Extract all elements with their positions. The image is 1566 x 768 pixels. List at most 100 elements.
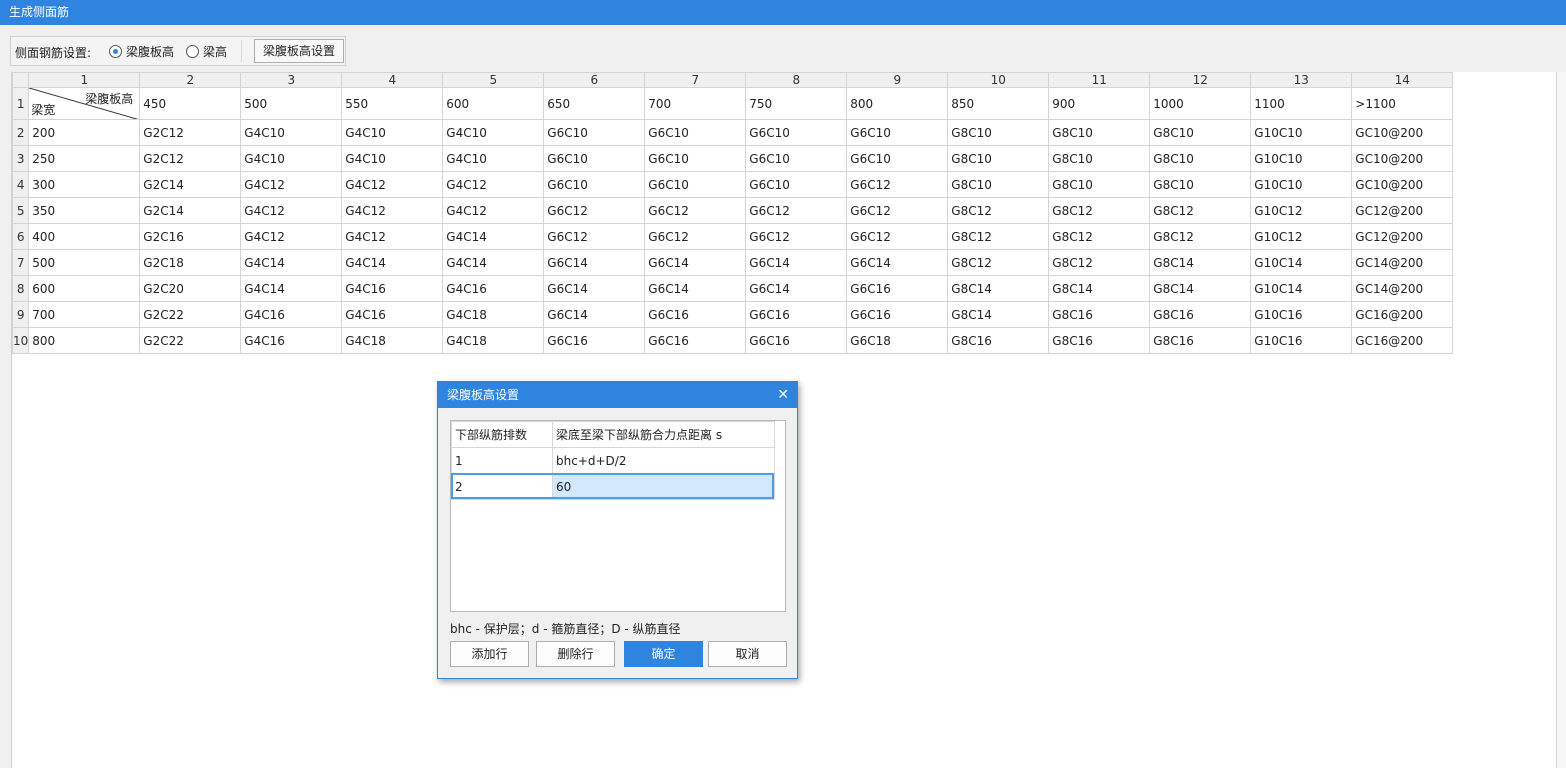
rebar-spec-cell[interactable]: G4C16	[241, 328, 342, 354]
rebar-spec-cell[interactable]: GC12@200	[1352, 198, 1453, 224]
column-number-header[interactable]: 12	[1150, 73, 1251, 88]
rebar-spec-cell[interactable]: G8C14	[948, 276, 1049, 302]
rebar-spec-cell[interactable]: GC10@200	[1352, 146, 1453, 172]
web-height-cell[interactable]: 500	[241, 88, 342, 120]
rebar-spec-cell[interactable]: G8C10	[1049, 120, 1150, 146]
rebar-spec-cell[interactable]: G10C12	[1251, 224, 1352, 250]
rebar-spec-cell[interactable]: G6C16	[746, 302, 847, 328]
rebar-spec-cell[interactable]: G8C10	[1049, 146, 1150, 172]
row-number-header[interactable]: 4	[13, 172, 29, 198]
rebar-spec-cell[interactable]: G8C14	[1150, 250, 1251, 276]
column-number-header[interactable]: 5	[443, 73, 544, 88]
rebar-spec-cell[interactable]: G8C14	[1049, 276, 1150, 302]
rebar-spec-cell[interactable]: G2C20	[140, 276, 241, 302]
column-number-header[interactable]: 7	[645, 73, 746, 88]
rebar-spec-cell[interactable]: GC14@200	[1352, 250, 1453, 276]
rebar-spec-cell[interactable]: G4C10	[342, 146, 443, 172]
web-height-cell[interactable]: 900	[1049, 88, 1150, 120]
rebar-spec-cell[interactable]: G6C14	[746, 276, 847, 302]
web-height-cell[interactable]: 1100	[1251, 88, 1352, 120]
column-number-header[interactable]: 11	[1049, 73, 1150, 88]
rebar-spec-cell[interactable]: G6C14	[645, 276, 746, 302]
rebar-spec-cell[interactable]: GC16@200	[1352, 328, 1453, 354]
rebar-spec-cell[interactable]: G6C16	[847, 276, 948, 302]
rebar-spec-cell[interactable]: G10C10	[1251, 172, 1352, 198]
rebar-spec-cell[interactable]: G6C16	[645, 302, 746, 328]
rebar-spec-cell[interactable]: G10C16	[1251, 328, 1352, 354]
rebar-spec-cell[interactable]: G6C16	[746, 328, 847, 354]
column-number-header[interactable]: 13	[1251, 73, 1352, 88]
rebar-spec-cell[interactable]: G8C16	[1150, 302, 1251, 328]
rebar-spec-cell[interactable]: G8C14	[948, 302, 1049, 328]
rebar-spec-cell[interactable]: G10C14	[1251, 250, 1352, 276]
rebar-spec-cell[interactable]: G6C14	[544, 276, 645, 302]
rebar-spec-cell[interactable]: G2C12	[140, 120, 241, 146]
web-height-cell[interactable]: 750	[746, 88, 847, 120]
rebar-spec-cell[interactable]: G6C16	[645, 328, 746, 354]
rebar-spec-cell[interactable]: G4C14	[443, 224, 544, 250]
beam-width-cell[interactable]: 500	[29, 250, 140, 276]
ok-button[interactable]: 确定	[624, 641, 703, 667]
rebar-spec-cell[interactable]: G6C12	[544, 198, 645, 224]
rebar-spec-cell[interactable]: G6C14	[544, 250, 645, 276]
rebar-spec-cell[interactable]: G4C12	[342, 172, 443, 198]
dialog-table-row-selected[interactable]: 2 60	[452, 474, 775, 500]
rebar-spec-cell[interactable]: G8C16	[1049, 302, 1150, 328]
web-height-cell[interactable]: 600	[443, 88, 544, 120]
rebar-spec-cell[interactable]: G6C10	[847, 146, 948, 172]
rebar-spec-cell[interactable]: G8C12	[948, 198, 1049, 224]
rebar-spec-cell[interactable]: G6C12	[645, 198, 746, 224]
rebar-spec-cell[interactable]: G6C10	[645, 120, 746, 146]
dialog-cell-distance[interactable]: 60	[553, 474, 775, 500]
rebar-spec-cell[interactable]: G6C14	[847, 250, 948, 276]
web-height-cell[interactable]: 700	[645, 88, 746, 120]
rebar-spec-cell[interactable]: G6C12	[746, 224, 847, 250]
rebar-spec-cell[interactable]: G8C16	[1049, 328, 1150, 354]
rebar-spec-cell[interactable]: G4C12	[342, 198, 443, 224]
rebar-spec-cell[interactable]: G8C12	[1150, 224, 1251, 250]
rebar-spec-cell[interactable]: G2C22	[140, 302, 241, 328]
rebar-spec-cell[interactable]: G6C10	[847, 120, 948, 146]
vertical-scrollbar[interactable]	[1556, 72, 1566, 768]
rebar-spec-cell[interactable]: G6C16	[544, 328, 645, 354]
rebar-spec-cell[interactable]: G4C12	[443, 172, 544, 198]
rebar-spec-cell[interactable]: GC10@200	[1352, 172, 1453, 198]
add-row-button[interactable]: 添加行	[450, 641, 529, 667]
rebar-spec-cell[interactable]: G8C10	[1150, 120, 1251, 146]
rebar-spec-cell[interactable]: G2C22	[140, 328, 241, 354]
rebar-spec-cell[interactable]: G6C18	[847, 328, 948, 354]
column-number-header[interactable]: 9	[847, 73, 948, 88]
beam-width-cell[interactable]: 700	[29, 302, 140, 328]
rebar-spec-cell[interactable]: G4C10	[241, 120, 342, 146]
rebar-spec-cell[interactable]: G4C14	[241, 276, 342, 302]
rebar-spec-cell[interactable]: G2C14	[140, 172, 241, 198]
rebar-spec-cell[interactable]: G8C10	[1150, 146, 1251, 172]
beam-width-cell[interactable]: 600	[29, 276, 140, 302]
column-number-header[interactable]: 6	[544, 73, 645, 88]
rebar-spec-cell[interactable]: G10C10	[1251, 120, 1352, 146]
rebar-spec-cell[interactable]: G4C12	[342, 224, 443, 250]
dialog-cell-rows[interactable]: 2	[452, 474, 553, 500]
rebar-spec-cell[interactable]: G4C12	[241, 172, 342, 198]
row-number-header[interactable]: 5	[13, 198, 29, 224]
rebar-spec-cell[interactable]: G4C10	[342, 120, 443, 146]
rebar-spec-cell[interactable]: G6C14	[746, 250, 847, 276]
rebar-spec-cell[interactable]: G6C10	[746, 146, 847, 172]
rebar-spec-cell[interactable]: GC14@200	[1352, 276, 1453, 302]
rebar-spec-cell[interactable]: G4C16	[443, 276, 544, 302]
row-number-header[interactable]: 8	[13, 276, 29, 302]
column-number-header[interactable]: 3	[241, 73, 342, 88]
rebar-spec-cell[interactable]: G6C14	[645, 250, 746, 276]
web-height-cell[interactable]: 850	[948, 88, 1049, 120]
rebar-spec-cell[interactable]: GC12@200	[1352, 224, 1453, 250]
rebar-spec-cell[interactable]: G8C10	[948, 120, 1049, 146]
rebar-spec-cell[interactable]: GC16@200	[1352, 302, 1453, 328]
column-number-header[interactable]: 1	[29, 73, 140, 88]
rebar-spec-cell[interactable]: G10C12	[1251, 198, 1352, 224]
rebar-spec-cell[interactable]: G6C10	[544, 172, 645, 198]
row-number-header[interactable]: 1	[13, 88, 29, 120]
column-number-header[interactable]: 4	[342, 73, 443, 88]
column-number-header[interactable]: 2	[140, 73, 241, 88]
row-number-header[interactable]: 10	[13, 328, 29, 354]
rebar-spec-cell[interactable]: G4C10	[241, 146, 342, 172]
